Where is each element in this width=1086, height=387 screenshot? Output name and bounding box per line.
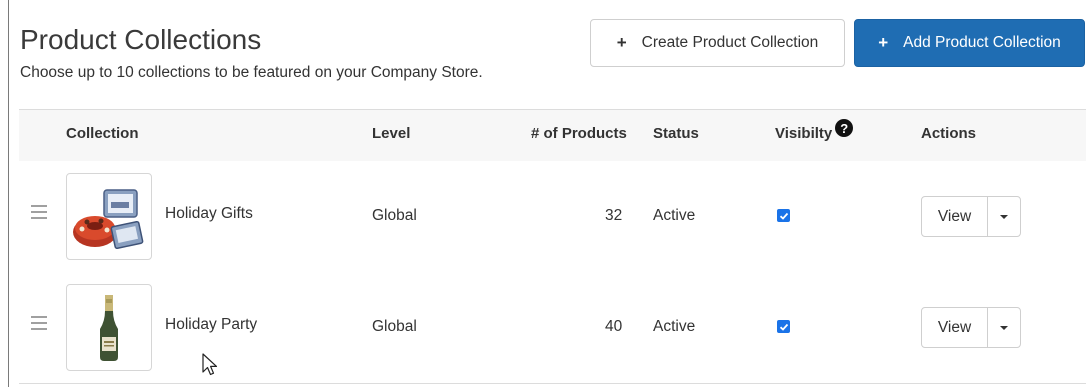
collection-name[interactable]: Holiday Gifts bbox=[165, 205, 253, 223]
add-product-collection-button[interactable]: + Add Product Collection bbox=[854, 19, 1085, 67]
visibility-label: Visibilty bbox=[775, 125, 833, 142]
create-product-collection-button[interactable]: + Create Product Collection bbox=[590, 19, 845, 67]
column-header-products[interactable]: # of Products bbox=[531, 125, 627, 142]
plus-icon: + bbox=[616, 33, 627, 52]
actions-dropdown-toggle[interactable] bbox=[988, 197, 1020, 236]
collection-product-count: 32 bbox=[605, 207, 623, 224]
table-header: Collection Level # of Products Status Vi… bbox=[19, 109, 1086, 162]
column-header-level[interactable]: Level bbox=[372, 125, 410, 142]
table-row: Holiday Gifts Global 32 Active View bbox=[19, 161, 1086, 273]
champagne-bottle-image bbox=[66, 284, 152, 371]
column-header-visibility[interactable]: Visibilty? bbox=[775, 119, 854, 143]
gift-basket-image bbox=[66, 173, 152, 260]
collection-level: Global bbox=[372, 207, 417, 224]
collection-level: Global bbox=[372, 318, 417, 335]
caret-down-icon bbox=[1000, 214, 1008, 219]
page-title: Product Collections bbox=[20, 24, 262, 55]
mouse-cursor-icon bbox=[202, 353, 220, 382]
visibility-checkbox[interactable] bbox=[777, 209, 790, 222]
page-subtitle: Choose up to 10 collections to be featur… bbox=[20, 64, 483, 81]
drag-handle-icon[interactable] bbox=[31, 205, 47, 223]
view-button[interactable]: View bbox=[922, 197, 988, 236]
actions-button-group: View bbox=[921, 196, 1021, 237]
add-button-label: Add Product Collection bbox=[903, 34, 1061, 51]
column-header-collection[interactable]: Collection bbox=[66, 125, 139, 142]
plus-icon: + bbox=[878, 33, 889, 52]
table-row: Holiday Party Global 40 Active View bbox=[19, 272, 1086, 384]
caret-down-icon bbox=[1000, 325, 1008, 330]
actions-button-group: View bbox=[921, 307, 1021, 348]
collection-status: Active bbox=[653, 207, 696, 224]
help-icon[interactable]: ? bbox=[835, 119, 854, 137]
view-button[interactable]: View bbox=[922, 308, 988, 347]
collection-status: Active bbox=[653, 318, 696, 335]
visibility-checkbox[interactable] bbox=[777, 320, 790, 333]
column-header-status[interactable]: Status bbox=[653, 125, 699, 142]
drag-handle-icon[interactable] bbox=[31, 316, 47, 334]
left-border bbox=[8, 0, 9, 387]
collection-product-count: 40 bbox=[605, 318, 623, 335]
column-header-actions: Actions bbox=[921, 125, 977, 142]
collection-name[interactable]: Holiday Party bbox=[165, 316, 257, 334]
actions-dropdown-toggle[interactable] bbox=[988, 308, 1020, 347]
create-button-label: Create Product Collection bbox=[641, 34, 819, 51]
